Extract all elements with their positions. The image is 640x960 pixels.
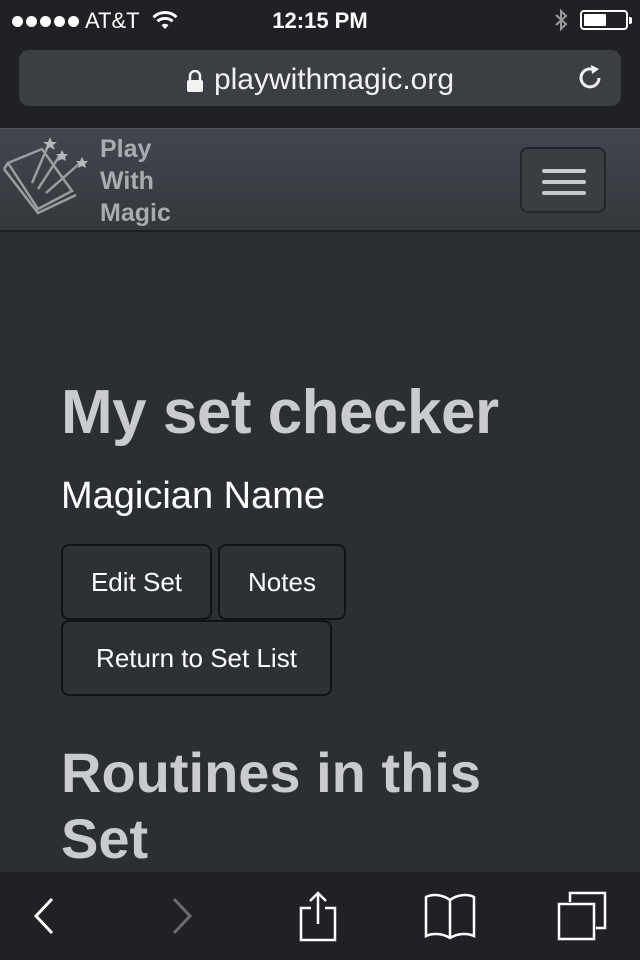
clock: 12:15 PM [272, 8, 368, 33]
browser-toolbar [0, 872, 640, 960]
url-text[interactable]: playwithmagic.org [214, 63, 454, 96]
edit-set-button[interactable]: Edit Set [61, 544, 212, 620]
share-button[interactable] [278, 872, 358, 960]
brand-line: Magic [100, 199, 171, 227]
reload-icon[interactable] [577, 64, 605, 92]
forward-icon [172, 897, 193, 935]
hamburger-menu-icon [542, 169, 586, 173]
return-to-set-list-button[interactable]: Return to Set List [61, 620, 332, 696]
page-title: My set checker [61, 378, 499, 447]
magic-book-logo-icon[interactable] [2, 133, 94, 225]
notes-button[interactable]: Notes [218, 544, 346, 620]
forward-button[interactable] [142, 872, 222, 960]
menu-toggle-button[interactable] [520, 147, 606, 213]
magician-name: Magician Name [61, 475, 325, 517]
status-bar: AT&T 12:15 PM [0, 0, 640, 40]
address-bar[interactable]: playwithmagic.org [19, 50, 621, 106]
back-button[interactable] [4, 872, 84, 960]
bookmarks-button[interactable] [410, 872, 490, 960]
lock-icon [186, 70, 203, 93]
routines-heading: Routines in this Set [61, 741, 481, 870]
tabs-icon [557, 891, 607, 941]
share-icon [299, 891, 337, 942]
site-brand[interactable]: Play With Magic [100, 133, 171, 229]
status-right [554, 8, 632, 32]
brand-line: Play [100, 135, 152, 163]
brand-line: With [100, 167, 154, 195]
tabs-button[interactable] [542, 872, 622, 960]
back-icon [33, 897, 54, 935]
battery-icon [580, 10, 632, 30]
browser-top-bar: playwithmagic.org [0, 40, 640, 128]
bluetooth-icon [555, 8, 568, 32]
bookmarks-icon [424, 893, 476, 940]
site-navbar: Play With Magic [0, 128, 640, 232]
